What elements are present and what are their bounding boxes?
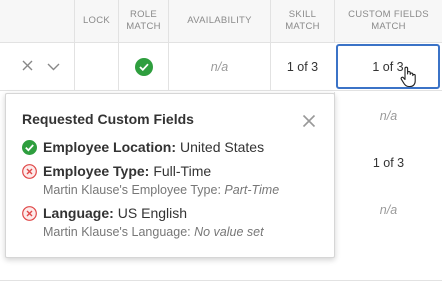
column-header-lock[interactable]: LOCK	[74, 0, 118, 42]
field-name: Employee Location:	[43, 139, 177, 155]
lock-cell[interactable]	[74, 43, 118, 90]
custom-fields-popover: Requested Custom Fields Employee Locatio…	[5, 93, 335, 258]
column-header-skill-match[interactable]: SKILL MATCH	[270, 0, 334, 42]
custom-field-item: Employee Location: United States	[22, 138, 264, 156]
x-circle-icon	[22, 205, 37, 221]
chevron-down-icon[interactable]	[47, 58, 60, 76]
custom-fields-match-cell[interactable]: 1 of 3	[334, 139, 442, 186]
column-header-custom-fields-match[interactable]: CUSTOM FIELDS MATCH	[334, 0, 442, 42]
table-row: n/a 1 of 3 1 of 3	[0, 43, 442, 91]
close-icon[interactable]	[302, 114, 316, 128]
check-circle-icon	[22, 139, 37, 155]
popover-title: Requested Custom Fields	[22, 111, 194, 127]
custom-fields-match-cell[interactable]: n/a	[334, 186, 442, 233]
detail-label: Martin Klause's Language:	[43, 225, 191, 239]
role-match-cell	[118, 43, 168, 90]
x-circle-icon	[22, 163, 37, 179]
close-icon[interactable]	[22, 58, 33, 76]
custom-fields-match-cell[interactable]: 1 of 3	[336, 44, 440, 89]
custom-fields-match-cell[interactable]: n/a	[334, 92, 442, 139]
custom-field-item: Employee Type: Full-Time Martin Klause's…	[22, 162, 279, 197]
field-value: United States	[180, 139, 265, 155]
custom-field-item: Language: US English Martin Klause's Lan…	[22, 204, 264, 239]
field-name: Language:	[43, 205, 114, 221]
skill-match-cell[interactable]: 1 of 3	[270, 43, 334, 90]
detail-label: Martin Klause's Employee Type:	[43, 183, 221, 197]
check-icon	[134, 57, 153, 76]
detail-value: Part-Time	[224, 183, 280, 197]
field-name: Employee Type:	[43, 163, 150, 179]
column-header-role-match[interactable]: ROLE MATCH	[118, 0, 168, 42]
field-value: US English	[117, 205, 188, 221]
table-header: LOCK ROLE MATCH AVAILABILITY SKILL MATCH…	[0, 0, 442, 43]
field-value: Full-Time	[153, 163, 212, 179]
detail-value: No value set	[194, 225, 264, 239]
hand-cursor-icon	[400, 66, 416, 88]
column-header-availability[interactable]: AVAILABILITY	[168, 0, 270, 42]
row-actions	[22, 43, 60, 90]
availability-cell: n/a	[168, 43, 270, 90]
